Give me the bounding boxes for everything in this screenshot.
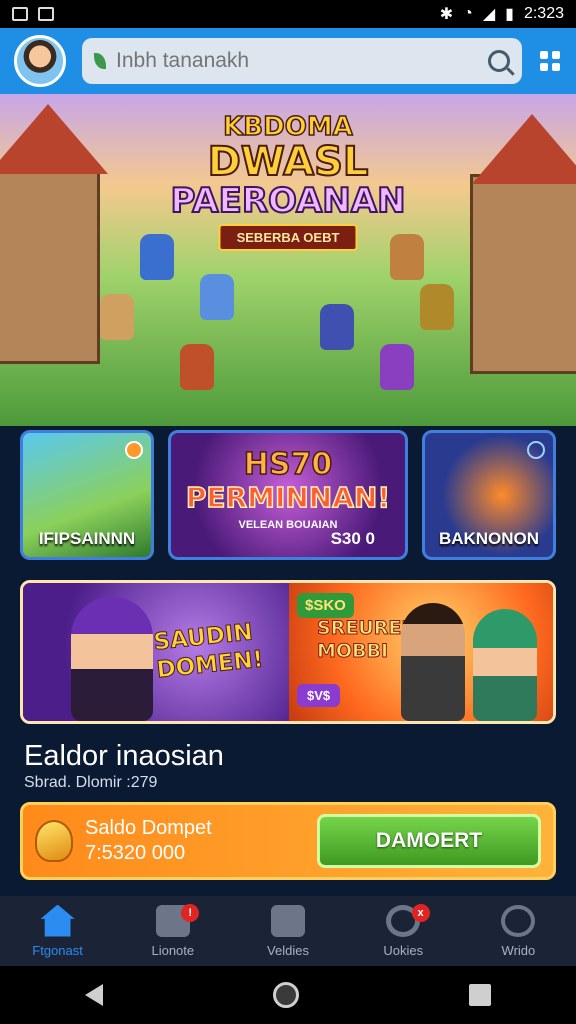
bottom-tab-bar: Ftgonast ! Lionote Veldies x Uokies Wrid… bbox=[0, 896, 576, 966]
character bbox=[200, 274, 234, 320]
roof-right bbox=[472, 114, 576, 184]
avatar[interactable] bbox=[14, 35, 66, 87]
section-title: Ealdor inaosian bbox=[24, 740, 224, 772]
tab-profile[interactable]: Wrido bbox=[461, 896, 576, 966]
character bbox=[180, 344, 214, 390]
game-logo: KBDOMA DWASL PAEROANAN SEBERBA OEBT bbox=[169, 111, 407, 251]
promo-right[interactable]: $SKO SREUREH MOBBI $V$ bbox=[289, 583, 553, 721]
pin-icon bbox=[125, 441, 143, 459]
notification-badge: ! bbox=[181, 904, 200, 922]
promo-banner[interactable]: SAUDIN DOMEN! $SKO SREUREH MOBBI $V$ bbox=[20, 580, 556, 724]
app-header bbox=[0, 28, 576, 94]
game-card-featured[interactable]: HS70 PERMINNAN! VELEAN BOUAIAN S30 0 bbox=[168, 430, 408, 560]
back-icon[interactable] bbox=[85, 984, 103, 1006]
promo-left-text: SAUDIN DOMEN! bbox=[152, 619, 265, 684]
character-illustration bbox=[401, 603, 465, 721]
wallet-balance-card: Saldo Dompet 7:5320 000 DAMOERT bbox=[20, 802, 556, 880]
game-cards: IFIPSAINNN HS70 PERMINNAN! VELEAN BOUAIA… bbox=[20, 430, 556, 560]
roof-left bbox=[0, 104, 108, 174]
wallet-icon bbox=[35, 820, 73, 862]
gallery-notification-icon bbox=[12, 7, 28, 21]
bluetooth-icon: ✱ bbox=[439, 6, 454, 23]
image-notification-icon bbox=[38, 7, 54, 21]
promo-left[interactable]: SAUDIN DOMEN! bbox=[23, 583, 289, 721]
search-bar[interactable] bbox=[82, 38, 522, 84]
notification-badge: x bbox=[411, 904, 430, 922]
signal-icon: ◢ bbox=[482, 6, 496, 23]
castle-right bbox=[470, 174, 576, 374]
character bbox=[100, 294, 134, 340]
menu-grid-icon[interactable] bbox=[538, 49, 562, 73]
wallet-amount: 7:5320 000 bbox=[85, 842, 186, 864]
character bbox=[380, 344, 414, 390]
status-bar: ✱ ◔ ◢ ▮ 2:323 bbox=[0, 0, 576, 28]
clock: 2:323 bbox=[523, 5, 564, 22]
leaf-icon bbox=[94, 53, 106, 69]
search-input[interactable] bbox=[116, 49, 478, 73]
wallet-action-button[interactable]: DAMOERT bbox=[317, 814, 541, 868]
game-card[interactable]: IFIPSAINNN bbox=[20, 430, 154, 560]
tab-home[interactable]: Ftgonast bbox=[0, 896, 115, 966]
tab-videos[interactable]: Veldies bbox=[230, 896, 345, 966]
home-icon bbox=[40, 904, 75, 937]
profile-icon bbox=[501, 904, 536, 937]
battery-icon: ▮ bbox=[505, 6, 514, 23]
castle-left bbox=[0, 164, 100, 364]
system-nav-bar bbox=[0, 966, 576, 1024]
section-subtitle: Sbrad. Dlomir :279 bbox=[24, 774, 158, 791]
character-illustration bbox=[71, 597, 153, 721]
search-icon[interactable] bbox=[488, 50, 510, 72]
character bbox=[320, 304, 354, 350]
character-illustration bbox=[473, 609, 537, 721]
controller-icon bbox=[271, 904, 305, 937]
home-button-icon[interactable] bbox=[273, 982, 299, 1008]
info-icon bbox=[527, 441, 545, 459]
wallet-label: Saldo Dompet bbox=[85, 817, 212, 839]
character bbox=[140, 234, 174, 280]
game-card[interactable]: BAKNONON bbox=[422, 430, 556, 560]
tab-settings[interactable]: x Uokies bbox=[346, 896, 461, 966]
character bbox=[420, 284, 454, 330]
recents-icon[interactable] bbox=[469, 984, 491, 1006]
tab-games[interactable]: ! Lionote bbox=[115, 896, 230, 966]
hero-banner[interactable]: KBDOMA DWASL PAEROANAN SEBERBA OEBT bbox=[0, 94, 576, 426]
card-price: S30 0 bbox=[330, 529, 375, 548]
wifi-icon: ◔ bbox=[463, 5, 473, 22]
